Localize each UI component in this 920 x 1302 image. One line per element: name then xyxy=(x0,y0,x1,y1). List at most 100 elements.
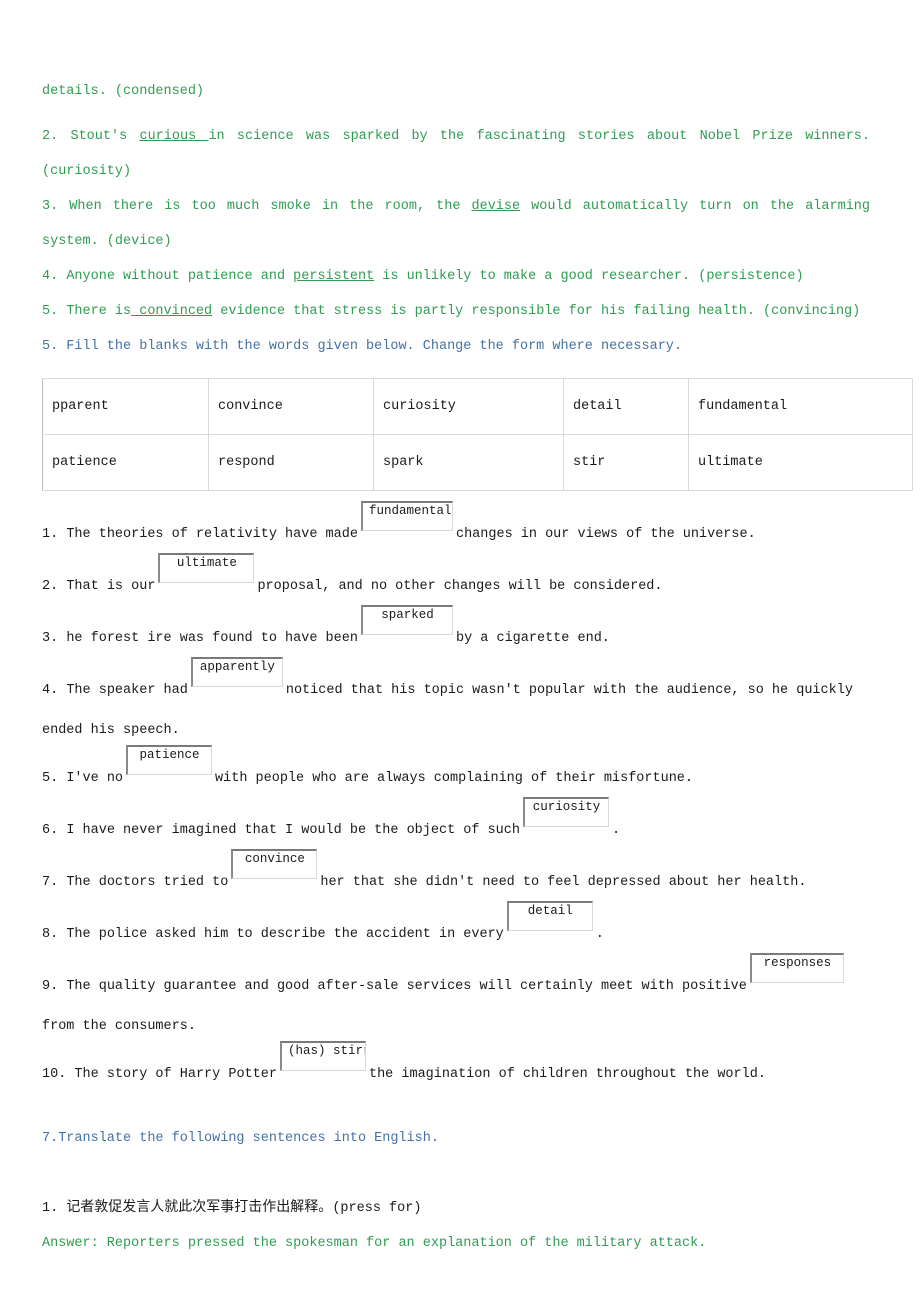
sentence-text-after: with people who are always complaining o… xyxy=(215,771,694,786)
sentence-number: 4. xyxy=(42,683,59,698)
correction-item-2: 2. Stout's curious in science was sparke… xyxy=(42,119,870,189)
answer-text: responses xyxy=(763,956,832,970)
item-underlined-word: devise xyxy=(471,199,521,214)
sentence-text-after: the imagination of children throughout t… xyxy=(368,1067,766,1082)
item-text-before: When there is too much smoke in the room… xyxy=(69,199,472,214)
word-cell: fundamental xyxy=(688,378,913,435)
translate-item-1: 1. 记者敦促发言人就此次军事打击作出解释。(press for) xyxy=(42,1190,870,1226)
intro-fragment-text: details. (condensed) xyxy=(42,84,205,99)
document-body: details. (condensed) 2. Stout's curious … xyxy=(42,74,913,1261)
item-underlined-word: convinced xyxy=(131,304,213,319)
fill-sentence-2: 2. That is our ultimate proposal, and no o… xyxy=(42,553,870,611)
sentence-text-before: The speaker had xyxy=(66,683,188,698)
sentence-number: 2. xyxy=(42,579,59,594)
answer-box[interactable]: curiosity xyxy=(523,797,609,827)
fill-sentence-10: 10. The story of Harry Potter (has) stirr… xyxy=(42,1041,870,1099)
sentence-number: 5. xyxy=(42,771,59,786)
sentence-number: 3. xyxy=(42,631,59,646)
word-cell: spark xyxy=(373,434,564,491)
sentence-text-before: The quality guarantee and good after-sal… xyxy=(66,979,747,994)
section-heading-translate: 7.Translate the following sentences into… xyxy=(42,1131,439,1146)
word-cell: respond xyxy=(208,434,374,491)
fill-sentence-4: 4. The speaker had apparently noticed that… xyxy=(42,657,870,751)
item-text-after: evidence that stress is partly responsib… xyxy=(212,304,861,319)
sentence-text-before: The story of Harry Potter xyxy=(74,1067,277,1082)
answer-text: sparked xyxy=(381,608,434,622)
sentence-text-before: I've no xyxy=(66,771,124,786)
word-cell: pparent xyxy=(42,378,209,435)
item-number: 3. xyxy=(42,199,59,214)
answer-box[interactable]: sparked xyxy=(360,605,453,635)
sentence-text-after: . xyxy=(595,927,604,942)
fill-sentence-1: 1. The theories of relativity have made f… xyxy=(42,501,870,559)
translation-hint: (press for) xyxy=(332,1201,422,1216)
answer-text: detail xyxy=(527,904,573,918)
item-text-before: Anyone without patience and xyxy=(66,269,294,284)
word-cell: stir xyxy=(563,434,689,491)
answer-box[interactable]: responses xyxy=(749,953,844,983)
fill-sentence-6: 6. I have never imagined that I would be… xyxy=(42,797,870,855)
item-number: 1. xyxy=(42,1201,59,1216)
table-row: pparent convince curiosity detail fundam… xyxy=(42,378,913,435)
sentence-text-after: proposal, and no other changes will be c… xyxy=(257,579,663,594)
intro-fragment-line: details. (condensed) xyxy=(42,74,870,109)
sentence-number: 8. xyxy=(42,927,59,942)
chinese-sentence: 记者敦促发言人就此次军事打击作出解释。 xyxy=(66,1199,333,1215)
section-heading-fill-blanks: 5. Fill the blanks with the words given … xyxy=(42,339,683,354)
answer-box[interactable]: patience xyxy=(126,745,213,775)
answer-text: convince xyxy=(244,852,305,866)
answer-box[interactable]: ultimate xyxy=(158,553,255,583)
fill-sentence-8: 8. The police asked him to describe the … xyxy=(42,901,870,959)
word-cell: patience xyxy=(42,434,209,491)
sentence-text-before: I have never imagined that I would be th… xyxy=(66,823,520,838)
fill-sentence-9: 9. The quality guarantee and good after-… xyxy=(42,953,870,1047)
fill-sentence-7: 7. The doctors tried to convince her that … xyxy=(42,849,870,907)
answer-text: patience xyxy=(139,748,200,762)
sentence-text-before: That is our xyxy=(66,579,156,594)
word-cell: curiosity xyxy=(373,378,564,435)
item-text-before: There is xyxy=(66,304,132,319)
sentence-text-before: The police asked him to describe the acc… xyxy=(66,927,504,942)
answer-box[interactable]: apparently xyxy=(190,657,283,687)
sentence-number: 7. xyxy=(42,875,59,890)
sentence-text-before: The doctors tried to xyxy=(66,875,229,890)
answer-box[interactable]: fundamental xyxy=(360,501,453,531)
answer-text: fundamental xyxy=(368,504,452,518)
fill-sentence-3: 3. he forest ire was found to have been s… xyxy=(42,605,870,663)
sentence-number: 6. xyxy=(42,823,59,838)
sentence-text-after: her that she didn't need to feel depress… xyxy=(320,875,807,890)
answer-text: apparently xyxy=(199,660,275,674)
sentence-text-after: . xyxy=(612,823,621,838)
word-cell: detail xyxy=(563,378,689,435)
answer-box[interactable]: detail xyxy=(506,901,593,931)
item-number: 4. xyxy=(42,269,59,284)
sentence-text-after: from the consumers. xyxy=(42,1019,196,1034)
correction-item-4: 4. Anyone without patience and persisten… xyxy=(42,259,870,294)
answer-text: ultimate xyxy=(176,556,237,570)
item-underlined-word: curious xyxy=(139,129,209,144)
translate-answer-1: Answer: Reporters pressed the spokesman … xyxy=(42,1236,707,1251)
item-number: 5. xyxy=(42,304,59,319)
answer-text: (has) stirred xyxy=(287,1044,365,1058)
document-page: details. (condensed) 2. Stout's curious … xyxy=(0,0,920,1302)
item-text-before: Stout's xyxy=(70,129,140,144)
correction-item-3: 3. When there is too much smoke in the r… xyxy=(42,189,870,259)
item-underlined-word: persistent xyxy=(293,269,375,284)
sentence-number: 9. xyxy=(42,979,59,994)
item-number: 2. xyxy=(42,129,59,144)
answer-box[interactable]: convince xyxy=(231,849,318,879)
word-bank-table: pparent convince curiosity detail fundam… xyxy=(42,378,913,491)
word-cell: ultimate xyxy=(688,434,913,491)
correction-item-5: 5. There is convinced evidence that stre… xyxy=(42,294,870,329)
sentence-text-before: The theories of relativity have made xyxy=(66,527,358,542)
fill-sentence-5: 5. I've no patience with people who are al… xyxy=(42,745,870,803)
sentence-text-after: changes in our views of the universe. xyxy=(455,527,756,542)
answer-text: curiosity xyxy=(532,800,601,814)
word-cell: convince xyxy=(208,378,374,435)
sentence-number: 1. xyxy=(42,527,59,542)
sentence-text-before: he forest ire was found to have been xyxy=(66,631,358,646)
table-row: patience respond spark stir ultimate xyxy=(42,434,913,491)
answer-box[interactable]: (has) stirred xyxy=(279,1041,366,1071)
